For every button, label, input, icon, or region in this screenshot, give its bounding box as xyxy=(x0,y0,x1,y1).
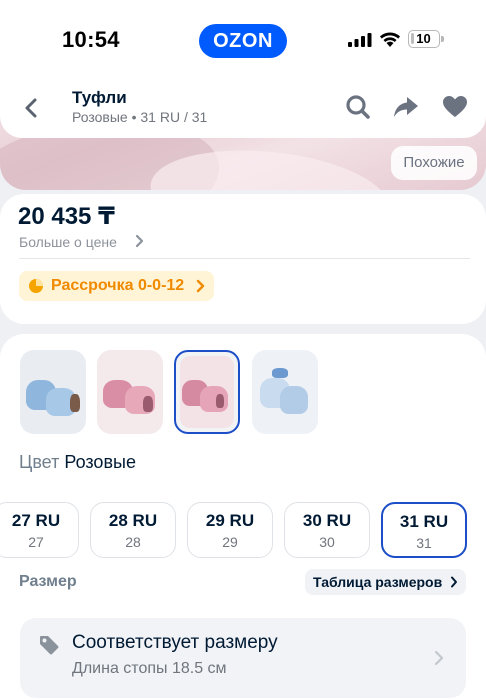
size-chip-sub: 31 xyxy=(416,535,432,551)
size-chip-sub: 27 xyxy=(28,534,44,550)
size-chip-31-selected[interactable]: 31 RU 31 xyxy=(381,502,467,558)
variant-thumb-blue[interactable] xyxy=(20,350,86,434)
tag-icon xyxy=(40,636,59,655)
color-label-text: Цвет xyxy=(19,452,60,472)
size-chip-27[interactable]: 27 RU 27 xyxy=(0,502,79,558)
size-chip-sub: 28 xyxy=(125,534,141,550)
divider xyxy=(19,258,470,259)
fit-title: Соответствует размеру xyxy=(72,632,278,653)
search-icon[interactable] xyxy=(345,94,371,120)
ozon-logo: OZON xyxy=(199,24,287,58)
installment-badge[interactable]: Рассрочка 0-0-12 xyxy=(19,271,215,301)
variant-thumb-pink-selected[interactable] xyxy=(174,350,240,434)
size-fit-card[interactable]: Соответствует размеру Длина стопы 18.5 с… xyxy=(20,618,466,698)
status-time: 10:54 xyxy=(62,27,120,52)
share-icon[interactable] xyxy=(393,94,419,120)
heart-icon[interactable] xyxy=(442,94,468,120)
size-chip-28[interactable]: 28 RU 28 xyxy=(90,502,176,558)
size-table-label: Таблица размеров xyxy=(313,574,443,590)
chevron-right-icon xyxy=(434,650,444,666)
battery-tip xyxy=(441,36,444,42)
product-header: Туфли Розовые • 31 RU / 31 xyxy=(0,74,486,138)
signal-icon xyxy=(348,33,372,47)
wifi-icon xyxy=(380,32,400,47)
chevron-right-icon xyxy=(135,234,144,248)
size-label: Размер xyxy=(19,573,77,590)
size-table-button[interactable]: Таблица размеров xyxy=(305,569,466,595)
size-chip-sub: 29 xyxy=(222,534,238,550)
battery-icon: 10 xyxy=(408,30,440,48)
battery-percent: 10 xyxy=(416,31,431,46)
price-details-link[interactable]: Больше о цене xyxy=(19,234,117,250)
size-chip-main: 27 RU xyxy=(11,511,61,530)
size-chip-main: 31 RU xyxy=(399,512,449,531)
variant-thumb-light-blue[interactable] xyxy=(252,350,318,434)
status-bar: 10:54 OZON 10 xyxy=(0,0,486,82)
page-subtitle: Розовые • 31 RU / 31 xyxy=(72,109,208,125)
color-value: Розовые xyxy=(64,452,136,472)
size-chip-30[interactable]: 30 RU 30 xyxy=(284,502,370,558)
back-arrow-icon[interactable] xyxy=(18,94,46,122)
chevron-right-icon xyxy=(451,576,457,588)
similar-button[interactable]: Похожие xyxy=(391,146,477,180)
installment-label: Рассрочка 0-0-12 xyxy=(51,277,185,294)
fit-subtitle: Длина стопы 18.5 см xyxy=(72,660,227,677)
size-chip-main: 30 RU xyxy=(302,511,352,530)
variant-thumb-pink[interactable] xyxy=(97,350,163,434)
size-chip-main: 29 RU xyxy=(205,511,255,530)
chevron-right-icon xyxy=(197,279,205,293)
size-chip-sub: 30 xyxy=(319,534,335,550)
product-price: 20 435 ₸ xyxy=(18,203,115,230)
variants-card: Цвет Розовые 27 RU 27 28 RU 28 29 RU 29 … xyxy=(0,334,486,699)
pie-chart-icon xyxy=(29,279,43,293)
color-label: Цвет Розовые xyxy=(19,452,136,473)
page-title: Туфли xyxy=(72,88,127,107)
price-card: 20 435 ₸ Больше о цене Рассрочка 0-0-12 xyxy=(0,194,486,324)
size-chip-main: 28 RU xyxy=(108,511,158,530)
size-chip-29[interactable]: 29 RU 29 xyxy=(187,502,273,558)
